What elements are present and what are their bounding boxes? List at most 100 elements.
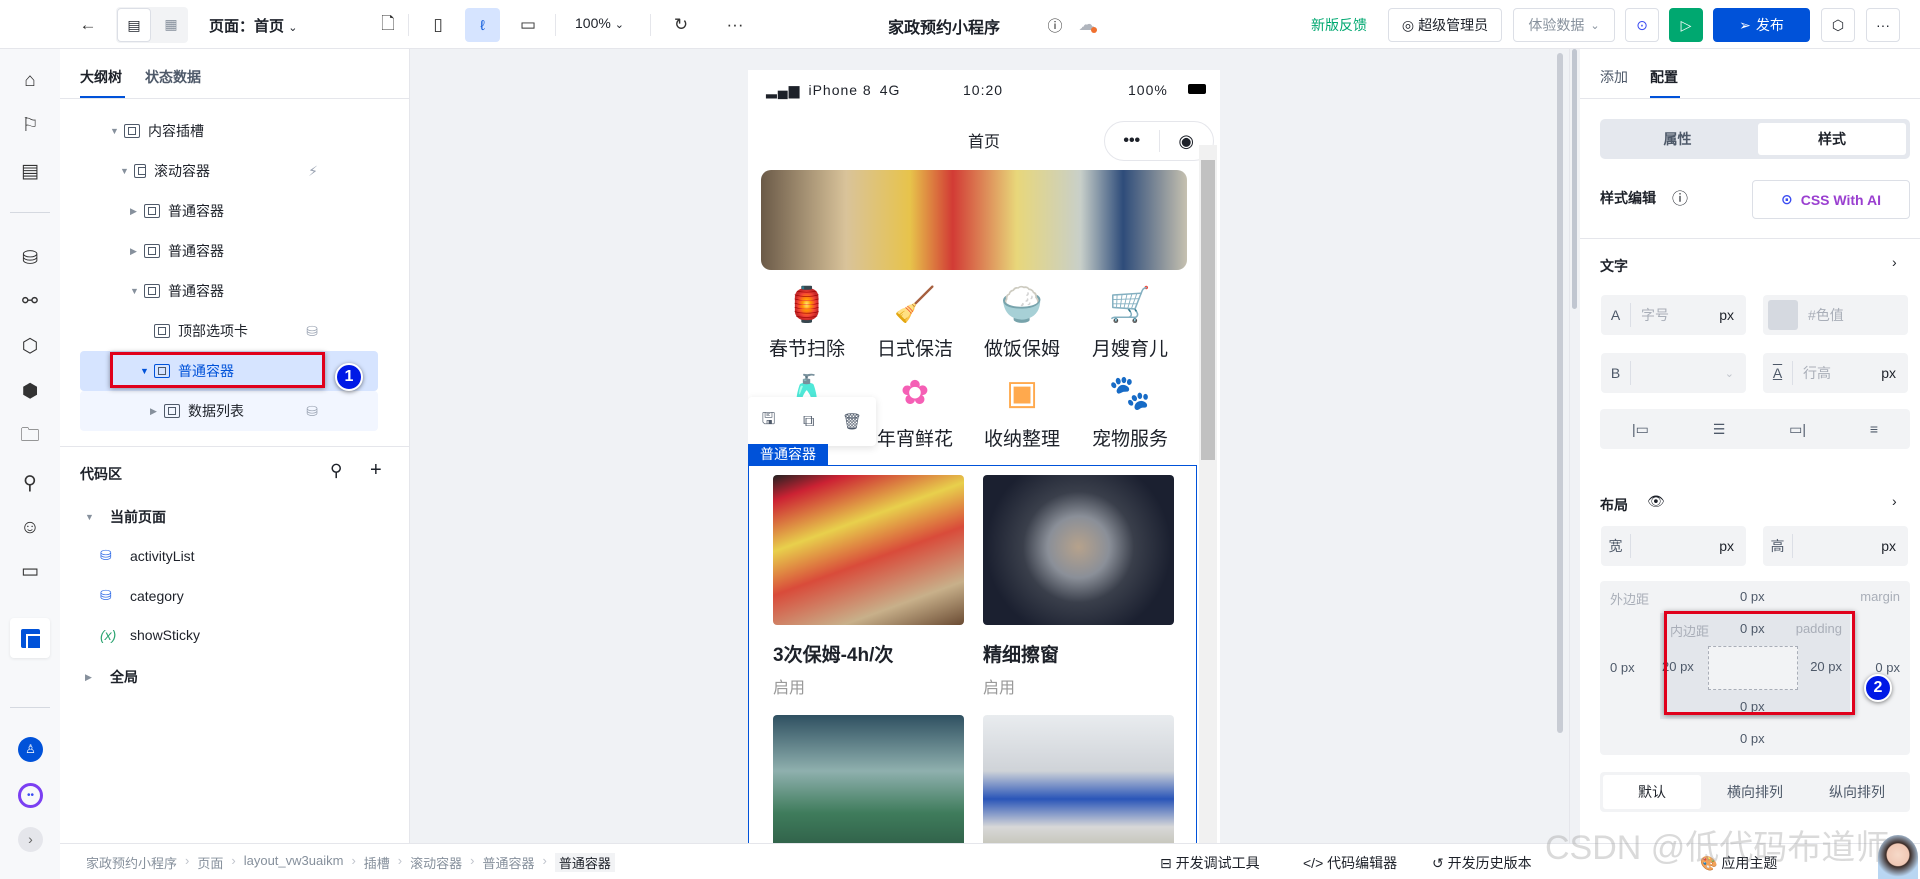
save-icon[interactable]: 🖫 [762, 408, 776, 435]
desktop-icon[interactable]: ▭ [515, 12, 541, 38]
link-icon[interactable]: ⚯ [15, 286, 45, 316]
category-label[interactable]: 宠物服务 [1075, 424, 1185, 451]
search-icon[interactable]: ⚲ [330, 461, 342, 481]
color-input[interactable]: #色值 [1763, 295, 1908, 335]
card-image[interactable] [773, 475, 964, 625]
breadcrumb-item[interactable]: 插槽 [364, 853, 390, 872]
hexagon-icon[interactable]: ⬢ [15, 376, 45, 406]
ai-assistant-icon[interactable]: •• [18, 783, 43, 808]
code-item[interactable]: ⛁ category [100, 587, 184, 604]
margin-top-input[interactable]: 0 px [1740, 589, 1765, 604]
lantern-icon[interactable]: 🏮 [782, 282, 832, 328]
breadcrumb-item[interactable]: 家政预约小程序 [86, 853, 177, 872]
layout-view-icon[interactable]: ▦ [154, 8, 188, 42]
page-selector[interactable]: 页面：首页 ⌄ [209, 15, 297, 36]
expand-icon[interactable]: › [18, 827, 43, 852]
category-label[interactable]: 收纳整理 [967, 424, 1077, 451]
width-input[interactable]: 宽 px [1601, 526, 1746, 566]
lightning-icon[interactable]: ⚡ [308, 163, 318, 180]
segment-properties[interactable]: 属性 [1600, 119, 1755, 159]
ai-assistant-button[interactable]: ⊙ [1625, 8, 1659, 42]
more-icon[interactable]: ··· [722, 12, 748, 38]
dev-debug-tool-button[interactable]: ⊟ 开发调试工具 [1160, 853, 1260, 873]
margin-left-input[interactable]: 0 px [1610, 660, 1635, 675]
breadcrumb-item[interactable]: 普通容器 [483, 853, 535, 872]
chevron-right-icon[interactable]: › [1892, 254, 1897, 270]
category-label[interactable]: 年宵鲜花 [860, 424, 970, 451]
app-theme-button[interactable]: 🎨 应用主题 [1700, 853, 1777, 873]
code-group-global[interactable]: ▶ 全局 [85, 667, 138, 687]
code-item[interactable]: (x) showSticky [100, 627, 200, 643]
home-icon[interactable]: ⌂ [15, 66, 45, 96]
add-page-icon[interactable]: 🗋 [375, 12, 401, 38]
flag-icon[interactable]: ⚐ [15, 110, 45, 140]
category-label[interactable]: 日式保洁 [860, 334, 970, 361]
publish-button[interactable]: ➢ 发布 [1713, 8, 1810, 42]
breadcrumb-item[interactable]: 普通容器 [554, 853, 615, 872]
arrange-vertical[interactable]: 纵向排列 [1807, 775, 1907, 809]
copy-icon[interactable]: ⧉ [803, 413, 814, 431]
refresh-icon[interactable]: ↻ [668, 12, 694, 38]
miniprogram-icon[interactable]: ℓ [465, 8, 500, 42]
tree-node[interactable]: ▶ 普通容器 [80, 231, 378, 271]
tree-node[interactable]: ▶ 普通容器 [80, 191, 378, 231]
phone-scrollbar[interactable] [1199, 145, 1217, 843]
flower-icon[interactable]: ✿ [890, 370, 940, 416]
back-icon[interactable]: ← [75, 12, 101, 38]
tree-icon[interactable]: ⚲ [15, 468, 45, 498]
tree-node[interactable]: ▼ 普通容器 [80, 271, 378, 311]
database-icon[interactable]: ⛁ [306, 323, 318, 340]
folder-cloud-icon[interactable]: 🗀 [15, 422, 45, 452]
database-icon[interactable]: ⛁ [306, 403, 318, 420]
robot-icon[interactable]: ☺ [15, 513, 45, 543]
add-icon[interactable]: + [370, 459, 382, 482]
margin-bottom-input[interactable]: 0 px [1740, 731, 1765, 746]
resize-scrollbar[interactable] [1572, 49, 1577, 309]
segment-style[interactable]: 样式 [1758, 123, 1906, 155]
code-editor-button[interactable]: </> 代码编辑器 [1303, 853, 1397, 873]
run-button[interactable]: ▷ [1669, 8, 1703, 42]
breadcrumb-item[interactable]: 页面 [197, 853, 223, 872]
storage-box-icon[interactable]: ▣ [997, 370, 1047, 416]
mobile-icon[interactable]: ▯ [425, 12, 451, 38]
category-label[interactable]: 春节扫除 [752, 334, 862, 361]
banner-image[interactable] [761, 170, 1187, 270]
code-item[interactable]: ⛁ activityList [100, 547, 195, 564]
cloud-sync-icon[interactable]: ☁ [1074, 12, 1100, 38]
align-justify-icon[interactable]: ≡ [1870, 421, 1878, 437]
user-role-button[interactable]: ◎ 超级管理员 [1388, 8, 1502, 42]
tree-node[interactable]: 顶部选项卡 ⛁ [80, 311, 378, 351]
tab-outline[interactable]: 大纲树 [80, 67, 122, 87]
warning-icon[interactable]: ⓘ [1042, 12, 1068, 38]
card-image[interactable] [983, 715, 1174, 843]
id-card-icon[interactable]: ▭ [15, 556, 45, 586]
chevron-right-icon[interactable]: › [1892, 493, 1897, 509]
settings-button[interactable]: ⬡ [1821, 8, 1855, 42]
slash-hex-icon[interactable]: ⬡ [15, 331, 45, 361]
layout-icon[interactable] [10, 618, 50, 658]
data-mode-select[interactable]: 体验数据 ⌄ [1513, 8, 1615, 42]
line-height-input[interactable]: A 行高 px [1763, 353, 1908, 393]
height-input[interactable]: 高 px [1763, 526, 1908, 566]
card-image[interactable] [983, 475, 1174, 625]
history-version-button[interactable]: ↺ 开发历史版本 [1432, 853, 1532, 873]
arrange-default[interactable]: 默认 [1603, 775, 1701, 809]
align-left-icon[interactable]: |▭ [1632, 421, 1649, 438]
eye-icon[interactable]: 👁 [1647, 493, 1665, 510]
breadcrumb-item[interactable]: 滚动容器 [410, 853, 462, 872]
font-size-input[interactable]: A 字号 px [1601, 295, 1746, 335]
page-cart-icon[interactable]: ▤ [15, 156, 45, 186]
page-view-icon[interactable]: ▤ [117, 8, 151, 42]
stroller-icon[interactable]: 🛒 [1105, 282, 1155, 328]
tree-node[interactable]: ▶ 数据列表 ⛁ [80, 391, 378, 431]
tree-node[interactable]: ▼ 滚动容器 ⚡ [80, 151, 378, 191]
align-center-icon[interactable]: ☰ [1713, 421, 1726, 438]
font-weight-select[interactable]: B ⌄ [1601, 353, 1746, 393]
arrange-horizontal[interactable]: 横向排列 [1705, 775, 1805, 809]
zoom-selector[interactable]: 100% ⌄ [575, 15, 624, 31]
more-dots-icon[interactable]: ••• [1105, 132, 1159, 150]
align-right-icon[interactable]: ▭| [1789, 421, 1806, 438]
help-icon[interactable]: ⓘ [1672, 185, 1688, 209]
category-label[interactable]: 做饭保姆 [967, 334, 1077, 361]
color-swatch[interactable] [1768, 300, 1798, 330]
